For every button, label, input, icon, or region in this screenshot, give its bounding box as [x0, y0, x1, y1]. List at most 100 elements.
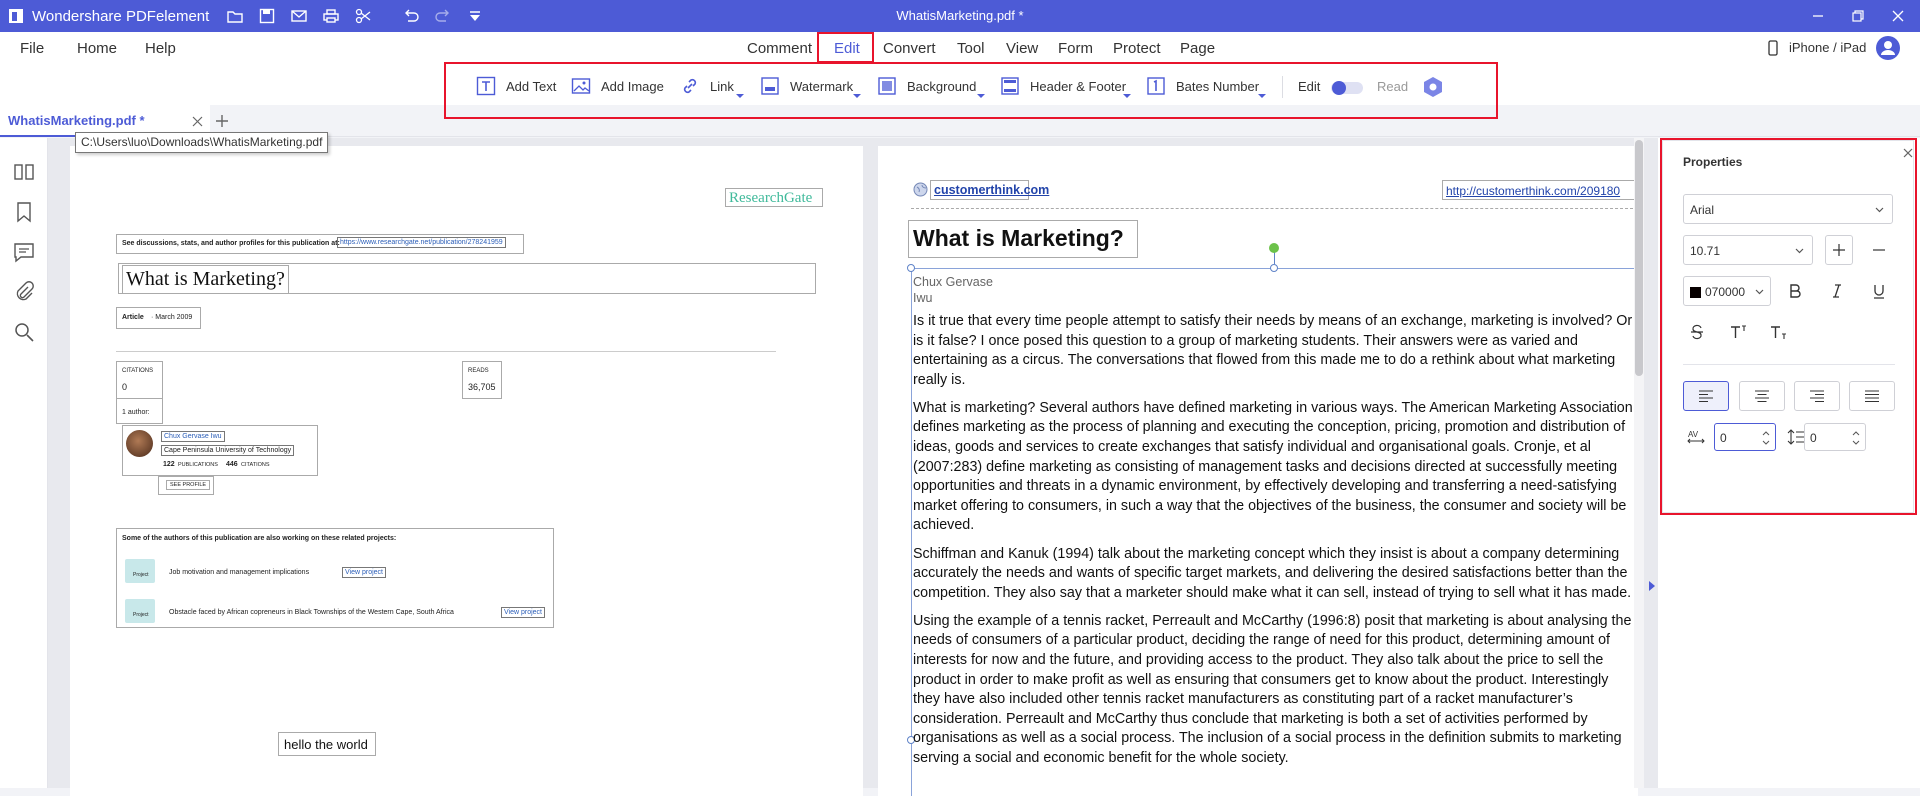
open-folder-icon[interactable]: [226, 7, 244, 25]
menu-comment[interactable]: Comment: [747, 40, 812, 57]
article-box: Article · March 2009: [116, 307, 201, 329]
scrollbar-thumb[interactable]: [1635, 140, 1643, 376]
strikethrough-button[interactable]: [1683, 317, 1711, 347]
collapse-right-panel-icon[interactable]: [1648, 580, 1656, 592]
menu-convert[interactable]: Convert: [883, 40, 936, 57]
paragraph-1: Is it true that every time people attemp…: [913, 313, 1633, 388]
researchgate-logo: ResearchGate: [725, 188, 823, 207]
decrease-font-button[interactable]: [1865, 235, 1893, 265]
chevron-down-icon: [1875, 207, 1884, 213]
user-avatar-icon[interactable]: [1876, 36, 1900, 60]
line-spacing-input[interactable]: 0: [1804, 423, 1866, 451]
close-window-icon[interactable]: [1888, 6, 1908, 26]
minimize-icon[interactable]: [1808, 6, 1828, 26]
resize-handle[interactable]: [1270, 264, 1278, 272]
link-dropdown-icon[interactable]: [736, 94, 744, 98]
menu-protect[interactable]: Protect: [1113, 40, 1161, 57]
increase-font-button[interactable]: [1825, 235, 1853, 265]
stepper-icon[interactable]: [1762, 429, 1770, 447]
italic-button[interactable]: [1823, 276, 1851, 306]
pdf-page-2: customerthink.com http://customerthink.c…: [878, 146, 1638, 796]
project-tag: Project: [133, 572, 149, 578]
attachment-icon[interactable]: [12, 280, 36, 304]
close-panel-icon[interactable]: [1903, 148, 1913, 158]
discussion-box: See discussions, stats, and author profi…: [116, 234, 524, 254]
project1-link[interactable]: View project: [342, 567, 387, 578]
menu-view[interactable]: View: [1006, 40, 1038, 57]
menu-file[interactable]: File: [20, 40, 44, 57]
page2-title-box[interactable]: What is Marketing?: [908, 220, 1138, 258]
edit-read-toggle[interactable]: [1331, 81, 1363, 95]
underline-button[interactable]: [1865, 276, 1893, 306]
save-icon[interactable]: [258, 7, 276, 25]
close-tab-icon[interactable]: [192, 116, 203, 127]
email-icon[interactable]: [290, 7, 308, 25]
vertical-scrollbar[interactable]: [1634, 138, 1644, 788]
settings-hexagon-icon[interactable]: [1422, 76, 1444, 98]
author-count: 1 author:: [122, 409, 150, 416]
menu-form[interactable]: Form: [1058, 40, 1093, 57]
page-url[interactable]: http://customerthink.com/209180: [1446, 184, 1620, 198]
watermark-dropdown-icon[interactable]: [853, 94, 861, 98]
align-center-button[interactable]: [1739, 381, 1785, 411]
bates-number-button[interactable]: Bates Number: [1146, 74, 1259, 98]
comment-icon[interactable]: [12, 240, 36, 264]
font-color-select[interactable]: 070000: [1683, 276, 1771, 306]
subscript-button[interactable]: [1763, 317, 1795, 347]
undo-icon[interactable]: [402, 7, 420, 25]
rotate-handle[interactable]: [1269, 243, 1279, 253]
align-left-button[interactable]: [1683, 381, 1729, 411]
watermark-button[interactable]: Watermark: [760, 74, 853, 98]
quick-access-dropdown-icon[interactable]: [466, 7, 484, 25]
header-footer-button[interactable]: Header & Footer: [1000, 74, 1126, 98]
page1-title-box: What is Marketing?: [118, 263, 816, 294]
menu-edit[interactable]: Edit: [834, 40, 860, 57]
phone-icon[interactable]: [1767, 40, 1779, 56]
page2-title: What is Marketing?: [913, 225, 1124, 251]
rotate-stem: [1274, 252, 1275, 264]
font-size-select[interactable]: 10.71: [1683, 235, 1813, 265]
bold-button[interactable]: [1781, 276, 1809, 306]
justify-button[interactable]: [1849, 381, 1895, 411]
search-icon[interactable]: [12, 320, 36, 344]
article-label: Article: [122, 314, 144, 321]
scissors-icon[interactable]: [354, 7, 372, 25]
stepper-icon[interactable]: [1852, 429, 1860, 447]
menu-tool[interactable]: Tool: [957, 40, 985, 57]
article-body[interactable]: Is it true that every time people attemp…: [913, 312, 1633, 777]
hello-text-box[interactable]: hello the world: [278, 732, 376, 756]
device-link[interactable]: iPhone / iPad: [1789, 40, 1866, 55]
new-tab-plus-icon[interactable]: [215, 114, 229, 128]
bookmark-icon[interactable]: [12, 200, 36, 224]
author-name-link[interactable]: Chux Gervase Iwu: [161, 431, 225, 442]
watermark-label: Watermark: [790, 78, 854, 94]
print-icon[interactable]: [322, 7, 340, 25]
thumbnails-icon[interactable]: [12, 160, 36, 184]
site-name[interactable]: customerthink.com: [934, 183, 1049, 197]
redo-icon[interactable]: [434, 7, 452, 25]
header-footer-dropdown-icon[interactable]: [1123, 94, 1131, 98]
header-rule: [911, 208, 1638, 209]
see-profile-button[interactable]: SEE PROFILE: [158, 476, 214, 495]
discussion-text: See discussions, stats, and author profi…: [122, 240, 340, 247]
project2-link[interactable]: View project: [501, 607, 546, 618]
menu-help[interactable]: Help: [145, 40, 176, 57]
character-spacing-input[interactable]: 0: [1714, 423, 1776, 451]
link-button[interactable]: Link: [680, 74, 734, 98]
bates-number-dropdown-icon[interactable]: [1258, 94, 1266, 98]
italic-icon: [1833, 284, 1841, 298]
align-right-button[interactable]: [1794, 381, 1840, 411]
add-text-button[interactable]: Add Text: [476, 74, 556, 98]
superscript-button[interactable]: [1723, 317, 1755, 347]
resize-handle[interactable]: [907, 264, 915, 272]
font-size-value: 10.71: [1690, 244, 1721, 258]
font-family-select[interactable]: Arial: [1683, 194, 1893, 224]
add-image-button[interactable]: Add Image: [571, 74, 664, 98]
menu-home[interactable]: Home: [77, 40, 117, 57]
background-button[interactable]: Background: [877, 74, 976, 98]
page1-title[interactable]: What is Marketing?: [122, 265, 289, 294]
restore-icon[interactable]: [1848, 6, 1868, 26]
background-dropdown-icon[interactable]: [977, 94, 985, 98]
menu-page[interactable]: Page: [1180, 40, 1215, 57]
discussion-link[interactable]: https://www.researchgate.net/publication…: [337, 237, 506, 248]
